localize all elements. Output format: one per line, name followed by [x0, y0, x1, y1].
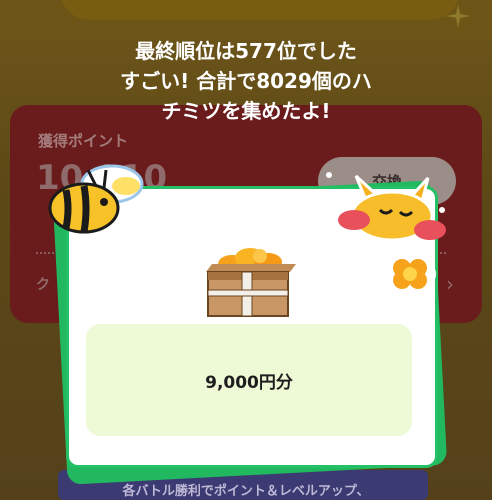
treasure-chest-icon	[206, 248, 296, 317]
reward-amount-box: 9,000円分	[86, 324, 412, 436]
panel-coupon-text: ク	[36, 277, 50, 293]
result-headline: 最終順位は577位でした すごい! 合計で8029個のハ チミツを集めたよ!	[0, 36, 492, 126]
points-label: 獲得ポイント	[38, 132, 129, 150]
headline-line-1: 最終順位は577位でした	[135, 39, 357, 63]
chevron-right-icon: ›	[446, 272, 454, 296]
flower-icon	[384, 256, 436, 292]
reward-amount: 9,000円分	[205, 372, 293, 393]
background-title-banner	[60, 0, 460, 20]
headline-line-3: チミツを集めたよ!	[161, 99, 331, 123]
fox-icon	[338, 174, 446, 242]
decoration-dot	[326, 172, 332, 178]
sparkle-icon	[446, 4, 470, 28]
headline-line-2: すごい! 合計で8029個のハ	[120, 69, 372, 93]
bottom-banner-text: 各バトル勝利でポイント＆レベルアップ、	[122, 484, 370, 499]
bee-icon	[48, 164, 144, 234]
